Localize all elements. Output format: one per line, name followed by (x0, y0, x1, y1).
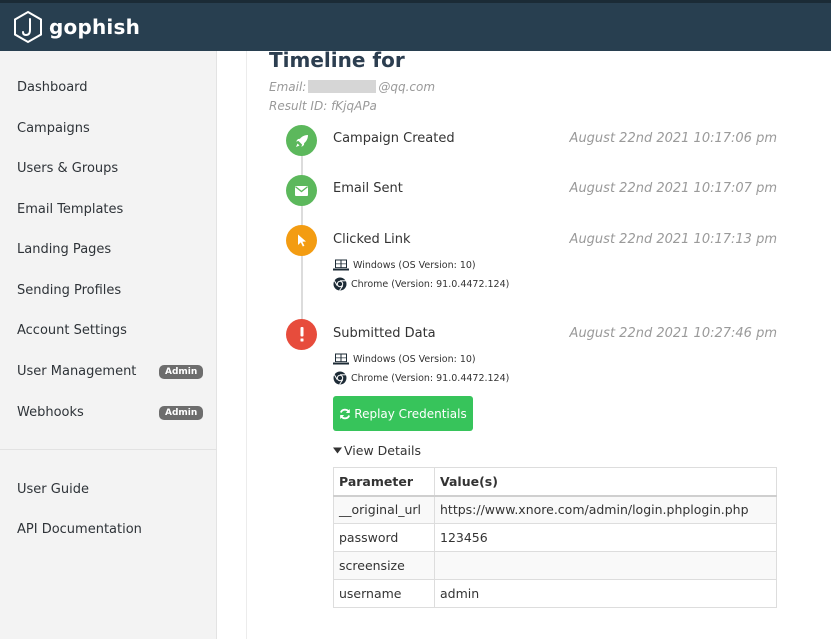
value-cell: https://www.xnore.com/admin/login.phplog… (434, 495, 777, 524)
exclamation-icon (300, 327, 303, 342)
os-text: Windows (OS Version: 10) (353, 353, 476, 365)
event-label: Submitted Data (333, 326, 436, 341)
os-text: Windows (OS Version: 10) (353, 259, 476, 271)
event-label: Email Sent (333, 181, 403, 196)
browser-text: Chrome (Version: 91.0.4472.124) (351, 278, 510, 290)
sidebar-item-dashboard[interactable]: Dashboard (17, 80, 88, 95)
column-header-values: Value(s) (434, 467, 777, 497)
table-row: password 123456 (333, 523, 777, 552)
email-line: Email: @qq.com (269, 80, 435, 94)
replay-credentials-button[interactable]: Replay Credentials (333, 396, 473, 431)
event-label: Campaign Created (333, 131, 455, 146)
content-divider (246, 51, 247, 639)
table-row: username admin (333, 579, 777, 608)
table-header-row: Parameter Value(s) (333, 467, 777, 497)
column-header-parameter: Parameter (333, 467, 435, 497)
redacted-block (308, 80, 377, 93)
caret-down-icon (333, 447, 342, 454)
sidebar-item-api-documentation[interactable]: API Documentation (17, 522, 142, 537)
brand-name: gophish (49, 15, 141, 39)
email-domain: @qq.com (378, 80, 436, 94)
value-cell (434, 551, 777, 580)
sidebar: Dashboard Campaigns Users & Groups Email… (0, 51, 217, 639)
parameter-cell: screensize (333, 551, 435, 580)
os-info: Windows (OS Version: 10) (333, 259, 476, 271)
sidebar-item-campaigns[interactable]: Campaigns (17, 121, 90, 136)
browser-info: Chrome (Version: 91.0.4472.124) (333, 277, 509, 291)
windows-laptop-icon (333, 259, 349, 271)
view-details-label: View Details (344, 443, 421, 458)
admin-badge: Admin (159, 365, 204, 379)
parameter-cell: username (333, 579, 435, 608)
parameters-table: Parameter Value(s) __original_url https:… (333, 467, 777, 608)
sidebar-item-account-settings[interactable]: Account Settings (17, 323, 127, 338)
view-details-toggle[interactable]: View Details (333, 443, 421, 458)
sidebar-item-users-groups[interactable]: Users & Groups (17, 161, 118, 176)
sidebar-item-landing-pages[interactable]: Landing Pages (17, 242, 111, 257)
timeline-event-icon (286, 225, 317, 256)
sidebar-divider (0, 449, 217, 450)
replay-label: Replay Credentials (354, 406, 467, 421)
event-time: August 22nd 2021 10:17:13 pm (569, 232, 777, 247)
gophish-logo-icon (14, 10, 42, 44)
cursor-icon (297, 234, 306, 247)
admin-badge: Admin (159, 406, 204, 420)
windows-laptop-icon (333, 353, 349, 365)
result-id: Result ID: fKjqAPa (269, 99, 377, 113)
timeline-event-icon (286, 125, 317, 156)
timeline-event-icon (286, 175, 317, 206)
parameter-cell: password (333, 523, 435, 552)
sidebar-item-webhooks[interactable]: Webhooks (17, 405, 84, 420)
event-time: August 22nd 2021 10:17:07 pm (569, 181, 777, 196)
chrome-icon (333, 277, 347, 291)
value-cell: 123456 (434, 523, 777, 552)
sidebar-item-sending-profiles[interactable]: Sending Profiles (17, 283, 121, 298)
timeline-event-icon (286, 319, 317, 350)
refresh-icon (340, 408, 351, 419)
event-time: August 22nd 2021 10:17:06 pm (569, 131, 777, 146)
email-label: Email: (269, 80, 307, 94)
table-row: __original_url https://www.xnore.com/adm… (333, 495, 777, 524)
value-cell: admin (434, 579, 777, 608)
brand[interactable]: gophish (12, 10, 140, 44)
browser-info: Chrome (Version: 91.0.4472.124) (333, 371, 509, 385)
browser-text: Chrome (Version: 91.0.4472.124) (351, 372, 510, 384)
parameter-cell: __original_url (333, 495, 435, 524)
event-time: August 22nd 2021 10:27:46 pm (569, 326, 777, 341)
sidebar-item-user-management[interactable]: User Management (17, 364, 136, 379)
page-title: Timeline for (269, 48, 405, 72)
envelope-icon (295, 185, 308, 196)
table-row: screensize (333, 551, 777, 580)
top-navbar: gophish (0, 0, 831, 51)
sidebar-item-email-templates[interactable]: Email Templates (17, 202, 123, 217)
chrome-icon (333, 371, 347, 385)
rocket-icon (295, 134, 308, 147)
os-info: Windows (OS Version: 10) (333, 353, 476, 365)
sidebar-item-user-guide[interactable]: User Guide (17, 482, 89, 497)
event-label: Clicked Link (333, 232, 411, 247)
